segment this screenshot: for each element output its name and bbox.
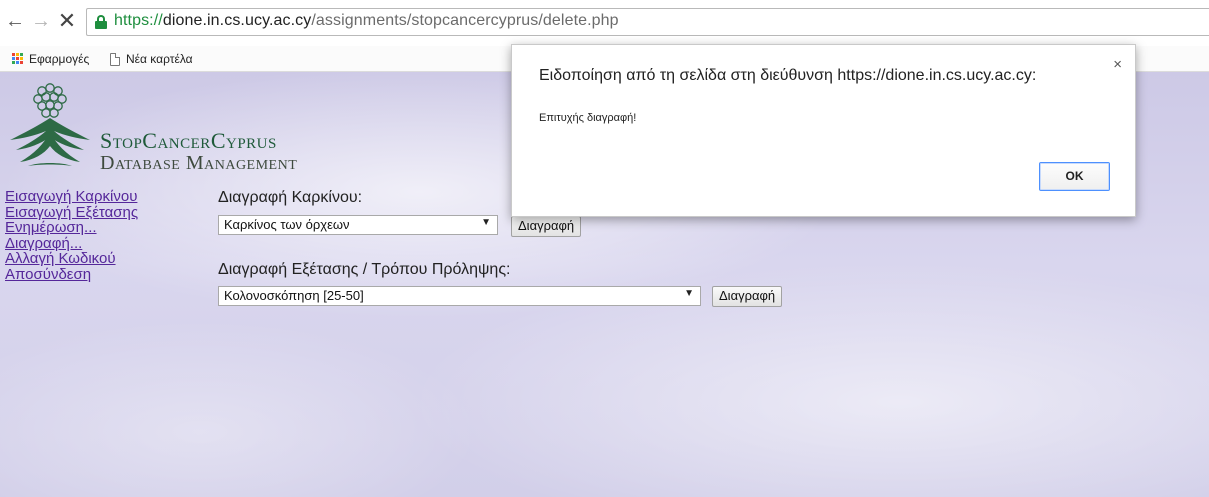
stopcancercyprus-logo [10,83,90,166]
stop-loading-icon[interactable]: ✕ [56,10,78,32]
address-bar[interactable]: https://dione.in.cs.ucy.ac.cy/assignment… [86,8,1209,36]
url-path: /assignments/stopcancercyprus/delete.php [311,12,619,29]
nav-link-insert-cancer[interactable]: Εισαγωγή Καρκίνου [5,189,180,205]
bookmark-new-tab-label: Νέα καρτέλα [126,52,193,66]
dialog-message: Επιτυχής διαγραφή! [539,112,637,124]
nav-link-insert-exam[interactable]: Εισαγωγή Εξέτασης [5,204,180,221]
browser-toolbar: ← → ✕ https://dione.in.cs.ucy.ac.cy/assi… [0,0,1209,46]
bookmark-new-tab[interactable]: Νέα καρτέλα [110,50,193,68]
close-icon[interactable]: × [1113,56,1122,73]
dialog-title: Ειδοποίηση από τη σελίδα στη διεύθυνση h… [539,67,1037,84]
nav-link-update[interactable]: Ενημέρωση... [5,220,180,236]
brand-title: StopCancerCyprus [100,128,277,153]
alert-dialog: Ειδοποίηση από τη σελίδα στη διεύθυνση h… [511,44,1136,217]
forward-arrow-icon[interactable]: → [30,10,52,32]
side-nav: Εισαγωγή Καρκίνου Εισαγωγή Εξέτασης Ενημ… [5,189,180,282]
ok-button[interactable]: OK [1039,162,1110,191]
nav-link-delete[interactable]: Διαγραφή... [5,235,180,252]
dropdown-arrow-icon: ▼ [481,217,491,228]
cancer-select[interactable]: Καρκίνος των όρχεων ▼ [218,215,498,235]
lock-icon [95,15,107,29]
bookmark-apps-label: Εφαρμογές [29,52,90,66]
exam-select-value: Κολονοσκόπηση [25-50] [224,288,364,303]
exam-select[interactable]: Κολονοσκόπηση [25-50] ▼ [218,286,701,306]
delete-exam-button[interactable]: Διαγραφή [712,286,783,307]
nav-link-change-password[interactable]: Αλλαγή Κωδικού [5,251,180,267]
nav-link-logout[interactable]: Αποσύνδεση [5,266,180,283]
bookmark-apps[interactable]: Εφαρμογές [12,50,89,68]
url-scheme: https:// [114,12,163,29]
back-arrow-icon[interactable]: ← [4,10,26,32]
delete-cancer-button[interactable]: Διαγραφή [511,216,582,237]
dropdown-arrow-icon: ▼ [684,288,694,299]
delete-exam-label: Διαγραφή Εξέτασης / Τρόπου Πρόληψης: [218,261,511,278]
cancer-select-value: Καρκίνος των όρχεων [224,217,350,232]
delete-cancer-label: Διαγραφή Καρκίνου: [218,189,363,206]
page-icon [110,52,120,66]
brand-subtitle: Database Management [100,152,298,174]
apps-grid-icon [12,53,24,65]
url-host: dione.in.cs.ucy.ac.cy [162,12,312,29]
url-text: https://dione.in.cs.ucy.ac.cy/assignment… [114,12,619,30]
